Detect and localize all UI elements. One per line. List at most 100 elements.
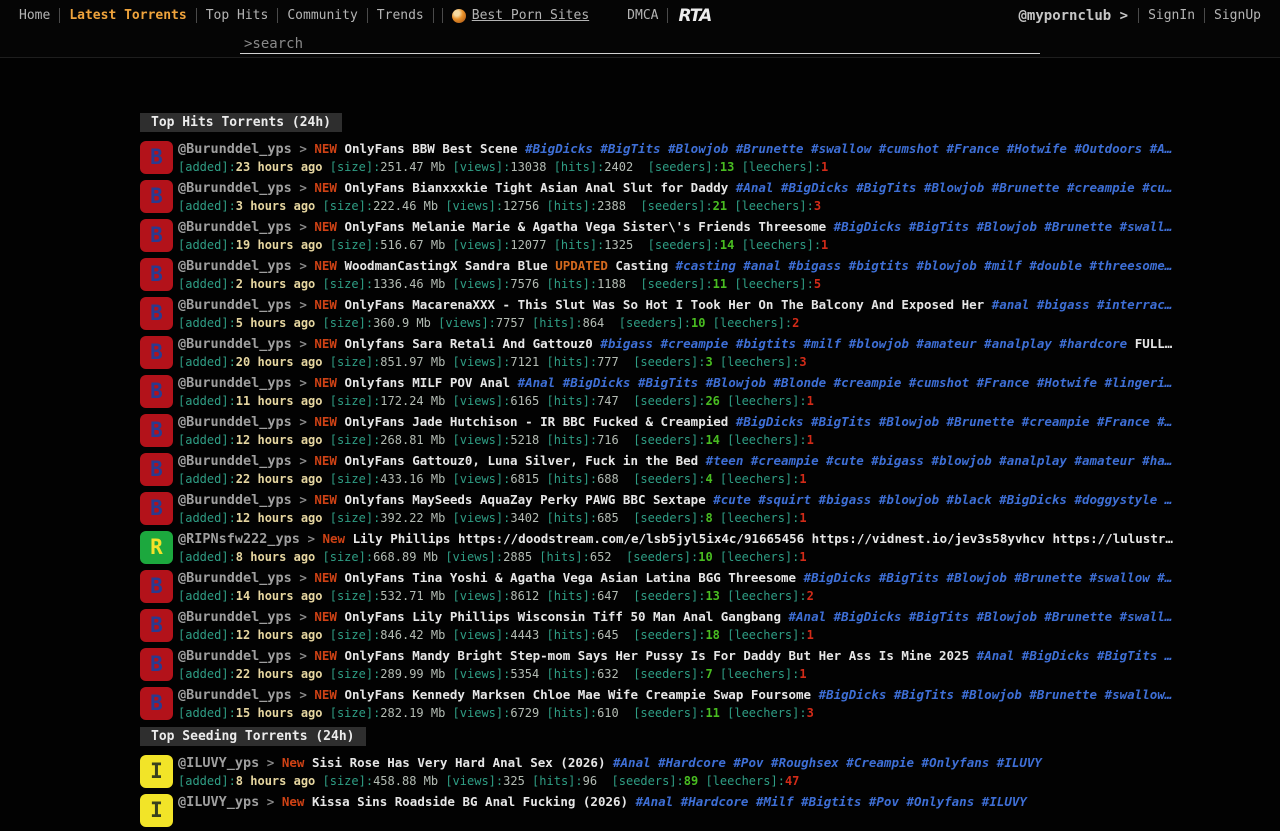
hashtag-links[interactable]: #BigDicks #BigTits #Blowjob #Brunette #s…: [834, 219, 1173, 234]
hashtag-links[interactable]: #anal #bigass #interrac…: [992, 297, 1173, 312]
torrent-row-text: @Burunddel_yps > NEW OnlyFans BBW Best S…: [178, 139, 1172, 178]
hashtag-links[interactable]: #BigDicks #BigTits #Blowjob #Brunette #s…: [525, 141, 1172, 156]
seeders-label: [seeders]:: [619, 589, 706, 603]
hashtag-links[interactable]: #bigass #creampie #bigtits #milf #blowjo…: [600, 336, 1134, 351]
torrent-title[interactable]: OnlyFans Lily Phillips Wisconsin Tiff 50…: [344, 609, 788, 624]
torrent-title[interactable]: OnlyFans Gattouz0, Luna Silver, Fuck in …: [344, 453, 705, 468]
uploader-link[interactable]: @Burunddel_yps: [178, 297, 292, 313]
uploader-link[interactable]: @Burunddel_yps: [178, 609, 292, 625]
size-label: [size]:: [323, 667, 381, 681]
hits-label: [hits]:: [546, 238, 604, 252]
torrent-title[interactable]: Kissa Sins Roadside BG Anal Fucking (202…: [312, 794, 636, 809]
torrent-title[interactable]: OnlyFans Mandy Bright Step-mom Says Her …: [344, 648, 976, 663]
torrent-title[interactable]: Onlyfans MaySeeds AquaZay Perky PAWG BBC…: [344, 492, 713, 507]
views-value: 8612: [510, 589, 539, 603]
seeders-label: [seeders]:: [619, 706, 706, 720]
nav-top-hits[interactable]: Top Hits: [197, 8, 278, 23]
uploader-avatar[interactable]: B: [140, 648, 173, 681]
hashtag-links[interactable]: #BigDicks #BigTits #Blowjob #Brunette #s…: [819, 687, 1173, 702]
uploader-link[interactable]: @RIPNsfw222_yps: [178, 531, 300, 547]
hits-value: 685: [597, 511, 619, 525]
avatar-letter: B: [150, 147, 163, 168]
torrent-title[interactable]: Sisi Rose Has Very Hard Anal Sex (2026): [312, 755, 613, 770]
torrent-title[interactable]: OnlyFans MacarenaXXX - This Slut Was So …: [344, 297, 991, 312]
uploader-avatar[interactable]: B: [140, 492, 173, 525]
hashtag-links[interactable]: #Anal #BigDicks #BigTits #Blowjob #Brune…: [736, 180, 1173, 195]
nav-home[interactable]: Home: [10, 8, 59, 23]
uploader-link[interactable]: @Burunddel_yps: [178, 219, 292, 235]
uploader-link[interactable]: @ILUVY_yps: [178, 755, 259, 771]
uploader-link[interactable]: @Burunddel_yps: [178, 336, 292, 352]
uploader-link[interactable]: @Burunddel_yps: [178, 687, 292, 703]
uploader-link[interactable]: @Burunddel_yps: [178, 648, 292, 664]
uploader-link[interactable]: @Burunddel_yps: [178, 492, 292, 508]
search-input[interactable]: [240, 35, 1040, 54]
leechers-label: [leechers]:: [727, 277, 814, 291]
uploader-avatar[interactable]: B: [140, 180, 173, 213]
nav-community[interactable]: Community: [278, 8, 366, 23]
nav-latest-torrents[interactable]: Latest Torrents: [60, 8, 195, 23]
uploader-avatar[interactable]: B: [140, 609, 173, 642]
hashtag-links[interactable]: #Anal #Hardcore #Pov #Roughsex #Creampie…: [613, 755, 1042, 770]
rta-logo[interactable]: RTA: [668, 6, 721, 26]
uploader-avatar[interactable]: R: [140, 531, 173, 564]
uploader-avatar[interactable]: B: [140, 453, 173, 486]
torrent-title[interactable]: OnlyFans Tina Yoshi & Agatha Vega Asian …: [344, 570, 803, 585]
hashtag-links[interactable]: #Anal #BigDicks #BigTits #Blowjob #Brune…: [789, 609, 1173, 624]
added-value: 12 hours ago: [236, 511, 323, 525]
nav-dmca[interactable]: DMCA: [618, 8, 667, 23]
hashtag-links[interactable]: #Anal #Hardcore #Milf #Bigtits #Pov #Onl…: [636, 794, 1027, 809]
hashtag-links[interactable]: #Anal #BigDicks #BigTits …: [977, 648, 1173, 663]
uploader-avatar[interactable]: B: [140, 414, 173, 447]
uploader-link[interactable]: @Burunddel_yps: [178, 453, 292, 469]
hashtag-links[interactable]: #cute #squirt #bigass #blowjob #black #B…: [713, 492, 1172, 507]
torrent-title[interactable]: OnlyFans Bianxxxkie Tight Asian Anal Slu…: [344, 180, 735, 195]
hashtag-links[interactable]: #BigDicks #BigTits #Blowjob #Brunette #c…: [736, 414, 1173, 429]
torrent-title[interactable]: Onlyfans MILF POV Anal: [344, 375, 517, 390]
torrent-title[interactable]: OnlyFans Melanie Marie & Agatha Vega Sis…: [344, 219, 833, 234]
hashtag-links[interactable]: #Anal #BigDicks #BigTits #Blowjob #Blond…: [518, 375, 1173, 390]
added-label: [added]:: [178, 433, 236, 447]
torrent-title[interactable]: OnlyFans Kennedy Marksen Chloe Mae Wife …: [344, 687, 818, 702]
nav-best-porn-sites[interactable]: Best Porn Sites: [443, 8, 598, 23]
torrent-title[interactable]: OnlyFans BBW Best Scene: [344, 141, 525, 156]
hashtag-links[interactable]: #BigDicks #BigTits #Blowjob #Brunette #s…: [804, 570, 1173, 585]
hits-value: 647: [597, 589, 619, 603]
torrent-title[interactable]: OnlyFans Jade Hutchison - IR BBC Fucked …: [344, 414, 735, 429]
added-label: [added]:: [178, 550, 236, 564]
torrent-title-cont[interactable]: Casting: [615, 258, 675, 273]
uploader-avatar[interactable]: B: [140, 687, 173, 720]
uploader-avatar[interactable]: B: [140, 336, 173, 369]
uploader-avatar[interactable]: B: [140, 375, 173, 408]
uploader-avatar[interactable]: I: [140, 794, 173, 827]
torrent-meta-line: [added]:8 hours ago [size]:458.88 Mb [vi…: [178, 773, 1042, 790]
signin-link[interactable]: SignIn: [1139, 8, 1204, 23]
torrent-title-line: @RIPNsfw222_yps > New Lily Phillips http…: [178, 529, 1173, 549]
uploader-link[interactable]: @Burunddel_yps: [178, 141, 292, 157]
uploader-link[interactable]: @Burunddel_yps: [178, 180, 292, 196]
signup-link[interactable]: SignUp: [1205, 8, 1270, 23]
leechers-label: [leechers]:: [720, 433, 807, 447]
uploader-avatar[interactable]: I: [140, 755, 173, 788]
uploader-link[interactable]: @ILUVY_yps: [178, 794, 259, 810]
uploader-link[interactable]: @Burunddel_yps: [178, 570, 292, 586]
uploader-avatar[interactable]: B: [140, 570, 173, 603]
account-link[interactable]: @mypornclub >: [1008, 8, 1138, 24]
uploader-avatar[interactable]: B: [140, 219, 173, 252]
torrent-title[interactable]: Lily Phillips https://doodstream.com/e/l…: [353, 531, 1173, 546]
seeders-label: [seeders]:: [619, 394, 706, 408]
torrent-title[interactable]: Onlyfans Sara Retali And Gattouz0: [344, 336, 600, 351]
torrent-title[interactable]: WoodmanCastingX Sandra Blue: [344, 258, 555, 273]
nav-trends[interactable]: Trends: [368, 8, 433, 23]
hashtag-links[interactable]: #casting #anal #bigass #bigtits #blowjob…: [676, 258, 1173, 273]
uploader-link[interactable]: @Burunddel_yps: [178, 414, 292, 430]
hashtag-links[interactable]: #teen #creampie #cute #bigass #blowjob #…: [706, 453, 1173, 468]
seeders-label: [seeders]:: [619, 511, 706, 525]
new-badge: NEW: [314, 570, 344, 585]
uploader-avatar[interactable]: B: [140, 297, 173, 330]
avatar-letter: B: [150, 420, 163, 441]
uploader-avatar[interactable]: B: [140, 141, 173, 174]
uploader-link[interactable]: @Burunddel_yps: [178, 258, 292, 274]
uploader-link[interactable]: @Burunddel_yps: [178, 375, 292, 391]
uploader-avatar[interactable]: B: [140, 258, 173, 291]
